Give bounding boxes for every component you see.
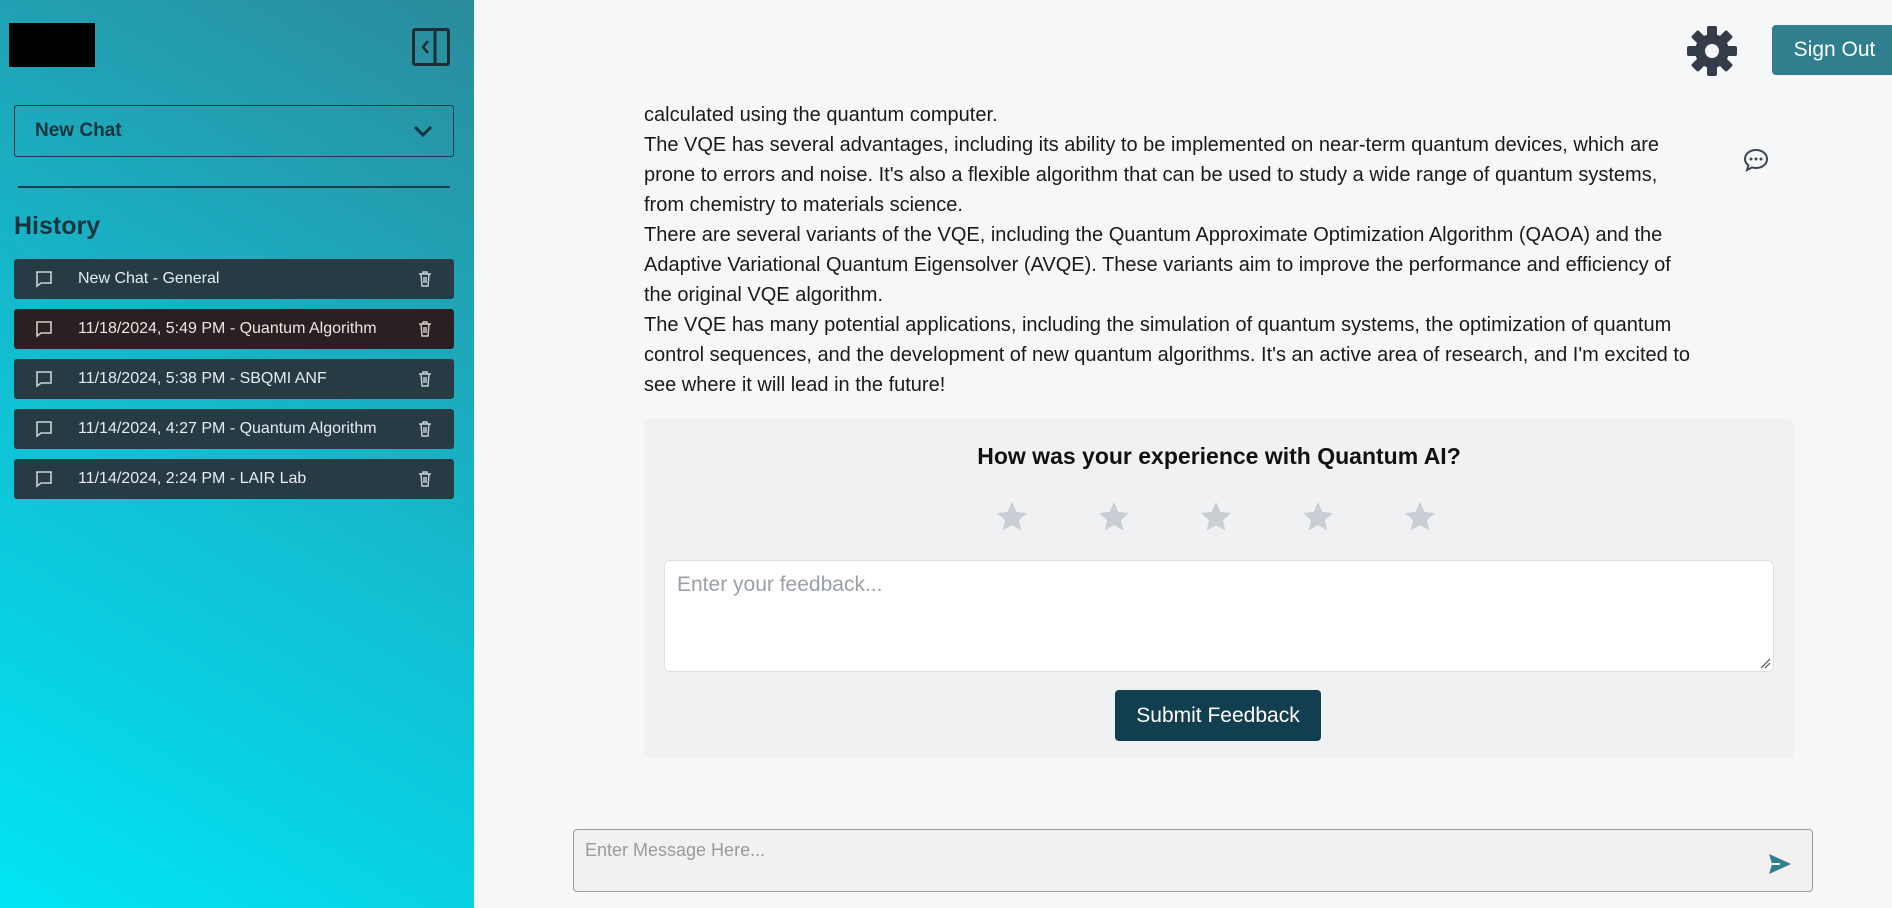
chevron-down-icon — [413, 125, 433, 137]
star-icon[interactable] — [1096, 499, 1132, 535]
feedback-textarea[interactable]: Enter your feedback... — [664, 560, 1774, 672]
message-paragraph: There are several variants of the VQE, i… — [644, 224, 1671, 306]
history-item-active[interactable]: 11/18/2024, 5:49 PM - Quantum Algorithm — [14, 309, 454, 349]
chat-bubble-icon — [36, 321, 52, 338]
feedback-placeholder: Enter your feedback... — [677, 573, 883, 596]
feedback-card: How was your experience with Quantum AI?… — [644, 419, 1794, 759]
send-icon[interactable] — [1767, 852, 1793, 876]
history-item-label: 11/18/2024, 5:38 PM - SBQMI ANF — [78, 370, 327, 387]
trash-icon[interactable] — [416, 470, 434, 488]
sidebar: New Chat History New Chat - General 11/1… — [0, 0, 474, 908]
history-item-label: 11/14/2024, 2:24 PM - LAIR Lab — [78, 470, 307, 487]
chat-bubble-icon — [36, 421, 52, 438]
history-item-label: 11/18/2024, 5:49 PM - Quantum Algorithm — [78, 320, 377, 337]
trash-icon[interactable] — [416, 270, 434, 288]
trash-icon[interactable] — [416, 420, 434, 438]
feedback-title: How was your experience with Quantum AI? — [977, 443, 1461, 469]
logo — [9, 23, 95, 67]
history-item-label: 11/14/2024, 4:27 PM - Quantum Algorithm — [78, 420, 377, 437]
star-icon[interactable] — [994, 499, 1030, 535]
assistant-message: calculated using the quantum computer. T… — [644, 100, 1694, 400]
trash-icon[interactable] — [416, 320, 434, 338]
gear-icon[interactable] — [1686, 25, 1738, 77]
history-item[interactable]: 11/14/2024, 4:27 PM - Quantum Algorithm — [14, 409, 454, 449]
message-paragraph: The VQE has many potential applications,… — [644, 314, 1691, 396]
collapse-sidebar-button[interactable] — [412, 28, 450, 66]
history-title: History — [14, 212, 101, 240]
sign-out-button[interactable]: Sign Out — [1772, 25, 1892, 75]
history-list: New Chat - General 11/18/2024, 5:49 PM -… — [14, 259, 454, 509]
submit-feedback-button[interactable]: Submit Feedback — [1115, 690, 1321, 741]
chat-bubble-icon — [36, 471, 52, 488]
message-input-placeholder: Enter Message Here... — [585, 840, 766, 860]
chat-bubble-icon — [36, 271, 52, 288]
star-rating — [994, 499, 1438, 535]
history-item[interactable]: 11/14/2024, 2:24 PM - LAIR Lab — [14, 459, 454, 499]
message-input[interactable]: Enter Message Here... — [573, 829, 1813, 892]
star-icon[interactable] — [1402, 499, 1438, 535]
new-chat-label: New Chat — [35, 120, 122, 141]
new-chat-dropdown[interactable]: New Chat — [14, 105, 454, 157]
history-item-label: New Chat - General — [78, 270, 220, 287]
message-paragraph: calculated using the quantum computer. — [644, 104, 998, 126]
star-icon[interactable] — [1300, 499, 1336, 535]
resize-handle-icon[interactable] — [1759, 657, 1771, 669]
divider — [18, 186, 450, 188]
trash-icon[interactable] — [416, 370, 434, 388]
message-paragraph: The VQE has several advantages, includin… — [644, 134, 1659, 216]
star-icon[interactable] — [1198, 499, 1234, 535]
chat-bubble-icon — [36, 371, 52, 388]
comment-icon[interactable] — [1742, 147, 1770, 173]
chevron-left-icon — [421, 31, 437, 63]
history-item[interactable]: 11/18/2024, 5:38 PM - SBQMI ANF — [14, 359, 454, 399]
history-item[interactable]: New Chat - General — [14, 259, 454, 299]
